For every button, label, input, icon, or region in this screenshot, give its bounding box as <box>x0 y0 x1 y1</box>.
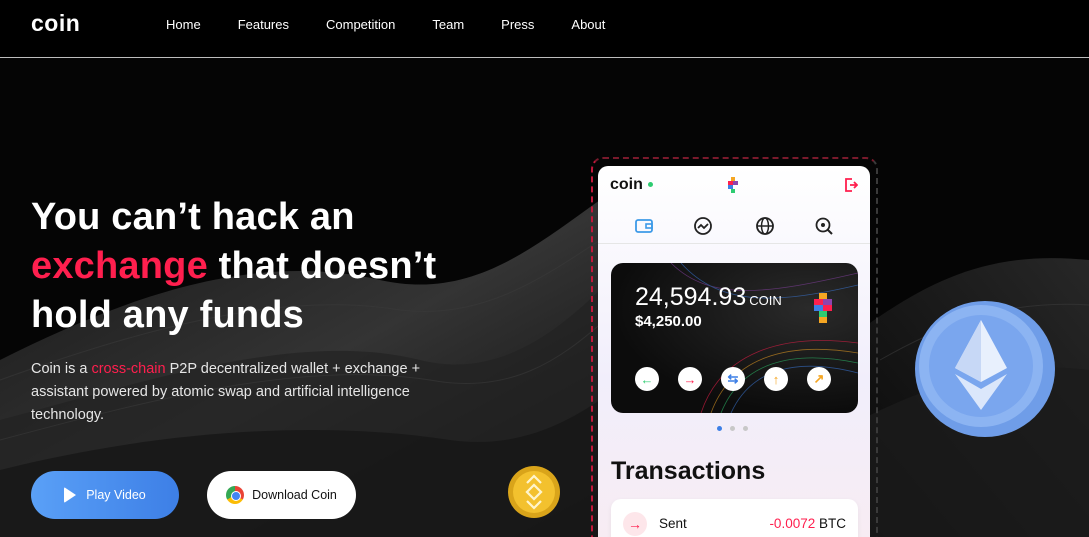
chart-icon[interactable] <box>693 216 713 236</box>
nav-home[interactable]: Home <box>166 17 201 32</box>
phone-tab-bar <box>598 212 870 244</box>
globe-icon[interactable] <box>755 216 775 236</box>
transaction-row[interactable]: → Sent -0.0072 BTC <box>611 499 858 537</box>
send-button[interactable]: → <box>678 367 702 391</box>
deposit-button[interactable]: ↑ <box>764 367 788 391</box>
coin-brand-icon <box>814 293 832 323</box>
transaction-unit: BTC <box>819 516 846 531</box>
transaction-label: Sent <box>659 516 687 531</box>
main-nav: Home Features Competition Team Press Abo… <box>166 17 642 32</box>
download-coin-button[interactable]: Download Coin <box>207 471 356 519</box>
brand-logo[interactable]: coin <box>31 10 80 37</box>
hero-title-line1: You can’t hack an <box>31 196 355 238</box>
transaction-value: -0.0072 <box>769 516 816 531</box>
sent-arrow-icon: → <box>623 512 647 536</box>
hero-heading-block: You can’t hack an exchange that doesn’t … <box>31 193 501 340</box>
coin-logo-icon <box>728 177 738 193</box>
play-video-button[interactable]: Play Video <box>31 471 179 519</box>
download-coin-label: Download Coin <box>252 488 337 502</box>
top-navbar: coin Home Features Competition Team Pres… <box>0 0 1089 58</box>
balance-usd: $4,250.00 <box>635 313 702 330</box>
nav-about[interactable]: About <box>571 17 605 32</box>
ethereum-coin-icon <box>915 301 1055 437</box>
subtitle-accent: cross-chain <box>91 361 166 377</box>
binance-coin-icon <box>508 466 560 518</box>
phone-app-name: coin <box>610 176 653 194</box>
carousel-dots[interactable] <box>717 426 748 431</box>
online-dot-icon <box>647 182 653 188</box>
swap-button[interactable]: ⇆ <box>721 367 745 391</box>
hero-subtitle: Coin is a cross-chain P2P decentralized … <box>31 358 461 427</box>
receive-button[interactable]: ← <box>635 367 659 391</box>
wallet-icon[interactable] <box>634 216 654 236</box>
nav-competition[interactable]: Competition <box>326 17 395 32</box>
transactions-title: Transactions <box>611 457 766 485</box>
search-coin-icon[interactable] <box>814 216 834 236</box>
logout-icon[interactable] <box>844 178 858 192</box>
play-video-label: Play Video <box>86 488 146 502</box>
trade-button[interactable]: ↗ <box>807 367 831 391</box>
hero-title: You can’t hack an exchange that doesn’t … <box>31 193 501 340</box>
balance-card[interactable]: 24,594.93 COIN $4,250.00 ← → ⇆ ↑ ↗ <box>611 263 858 413</box>
transaction-amount: -0.0072 BTC <box>769 516 846 531</box>
balance-value: 24,594.93 <box>635 283 747 311</box>
hero-title-line2: that doesn’t <box>207 245 437 287</box>
phone-mockup: coin 24,594.93 COIN $4,250.00 ← → ⇆ ↑ ↗ … <box>598 166 870 537</box>
chrome-icon <box>226 486 245 504</box>
hero-title-accent: exchange <box>31 245 208 287</box>
nav-features[interactable]: Features <box>238 17 289 32</box>
subtitle-prefix: Coin is a <box>31 361 92 377</box>
hero-title-line3: hold any funds <box>31 294 305 336</box>
card-action-buttons: ← → ⇆ ↑ ↗ <box>635 367 831 391</box>
phone-app-name-text: coin <box>610 176 643 193</box>
play-icon <box>64 487 77 503</box>
nav-team[interactable]: Team <box>432 17 464 32</box>
balance-unit: COIN <box>749 293 782 308</box>
balance-amount: 24,594.93 COIN <box>635 283 782 312</box>
nav-press[interactable]: Press <box>501 17 534 32</box>
